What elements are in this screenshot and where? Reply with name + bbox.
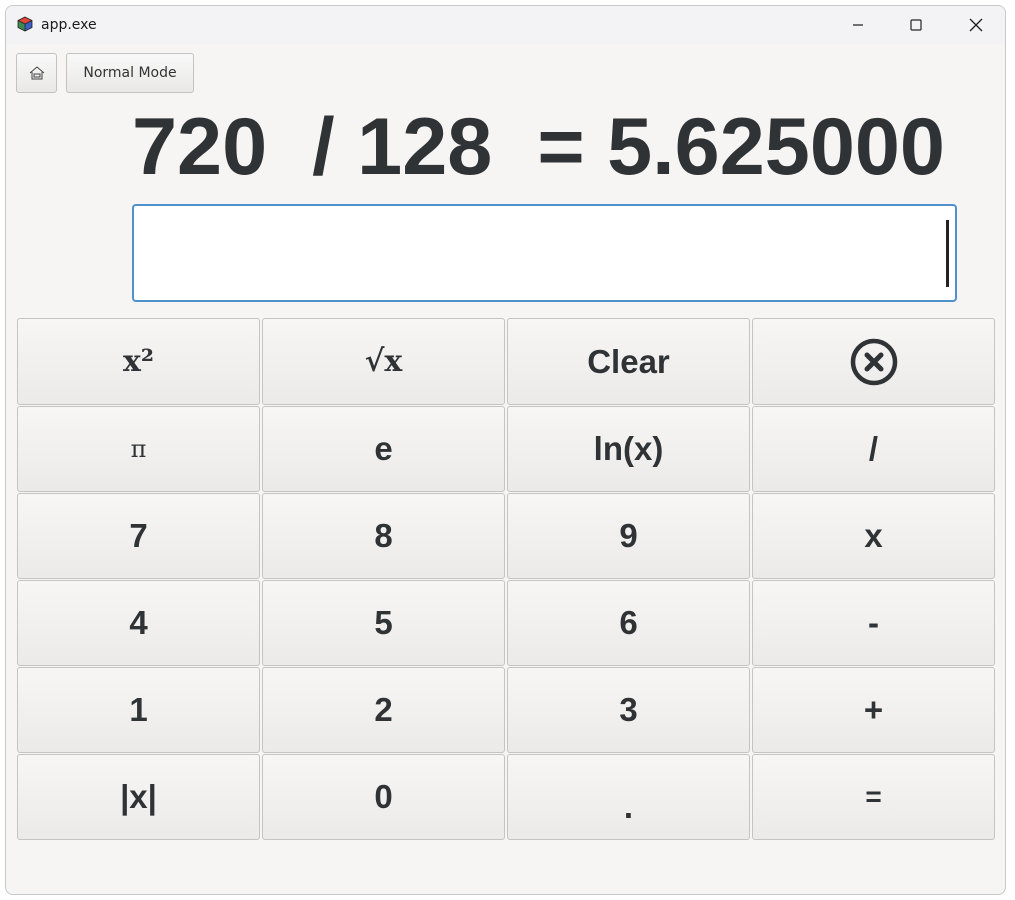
- square-label: x²: [122, 344, 155, 379]
- digit-8-button[interactable]: 8: [262, 493, 505, 579]
- divide-label: /: [868, 430, 879, 467]
- home-button[interactable]: [16, 53, 57, 93]
- multiply-label: x: [864, 517, 883, 554]
- pi-label: π: [130, 435, 147, 463]
- add-button[interactable]: +: [752, 667, 995, 753]
- keypad: x² √x Clear π e ln(x) / 7 8 9 x 4 5 6 - …: [17, 318, 995, 840]
- decimal-point-button[interactable]: .: [507, 754, 750, 840]
- calculator-input[interactable]: [132, 204, 957, 302]
- title-bar[interactable]: app.exe: [6, 6, 1005, 44]
- divide-button[interactable]: /: [752, 406, 995, 492]
- digit-0-label: 0: [374, 778, 393, 815]
- add-label: +: [863, 691, 884, 728]
- e-label: e: [374, 430, 393, 467]
- subtract-button[interactable]: -: [752, 580, 995, 666]
- digit-4-button[interactable]: 4: [17, 580, 260, 666]
- sqrt-button[interactable]: √x: [262, 318, 505, 405]
- app-cube-icon: [17, 16, 33, 32]
- digit-4-label: 4: [129, 604, 148, 641]
- digit-1-button[interactable]: 1: [17, 667, 260, 753]
- digit-9-button[interactable]: 9: [507, 493, 750, 579]
- ln-label: ln(x): [593, 430, 664, 467]
- e-button[interactable]: e: [262, 406, 505, 492]
- digit-7-label: 7: [129, 517, 148, 554]
- calculator-window: app.exe Normal Mode 720 / 128 = 5.625000: [5, 5, 1006, 895]
- minimize-button[interactable]: [829, 6, 887, 44]
- maximize-button[interactable]: [887, 6, 945, 44]
- ln-button[interactable]: ln(x): [507, 406, 750, 492]
- digit-0-button[interactable]: 0: [262, 754, 505, 840]
- digit-5-button[interactable]: 5: [262, 580, 505, 666]
- multiply-button[interactable]: x: [752, 493, 995, 579]
- pi-button[interactable]: π: [17, 406, 260, 492]
- equals-button[interactable]: =: [752, 754, 995, 840]
- minimize-icon: [853, 24, 863, 26]
- equals-label: =: [865, 781, 882, 812]
- sqrt-label: √x: [364, 344, 403, 379]
- backspace-button[interactable]: [752, 318, 995, 405]
- clear-button[interactable]: Clear: [507, 318, 750, 405]
- digit-3-button[interactable]: 3: [507, 667, 750, 753]
- digit-5-label: 5: [374, 604, 393, 641]
- text-caret: [946, 220, 949, 287]
- digit-8-label: 8: [374, 517, 393, 554]
- absolute-value-button[interactable]: |x|: [17, 754, 260, 840]
- digit-2-button[interactable]: 2: [262, 667, 505, 753]
- digit-1-label: 1: [129, 691, 148, 728]
- absolute-value-label: |x|: [120, 778, 157, 815]
- maximize-icon: [910, 19, 922, 31]
- window-title: app.exe: [41, 17, 97, 33]
- digit-3-label: 3: [619, 691, 638, 728]
- digit-6-label: 6: [619, 604, 638, 641]
- subtract-label: -: [868, 604, 879, 641]
- digit-2-label: 2: [374, 691, 393, 728]
- backspace-icon: [850, 338, 897, 385]
- decimal-point-label: .: [623, 788, 634, 825]
- square-button[interactable]: x²: [17, 318, 260, 405]
- digit-6-button[interactable]: 6: [507, 580, 750, 666]
- mode-toggle-button[interactable]: Normal Mode: [66, 53, 194, 93]
- clear-label: Clear: [587, 342, 670, 380]
- close-button[interactable]: [947, 6, 1005, 44]
- digit-9-label: 9: [619, 517, 638, 554]
- home-icon: [29, 66, 44, 80]
- close-icon: [969, 18, 983, 32]
- expression-display: 720 / 128 = 5.625000: [132, 102, 945, 192]
- digit-7-button[interactable]: 7: [17, 493, 260, 579]
